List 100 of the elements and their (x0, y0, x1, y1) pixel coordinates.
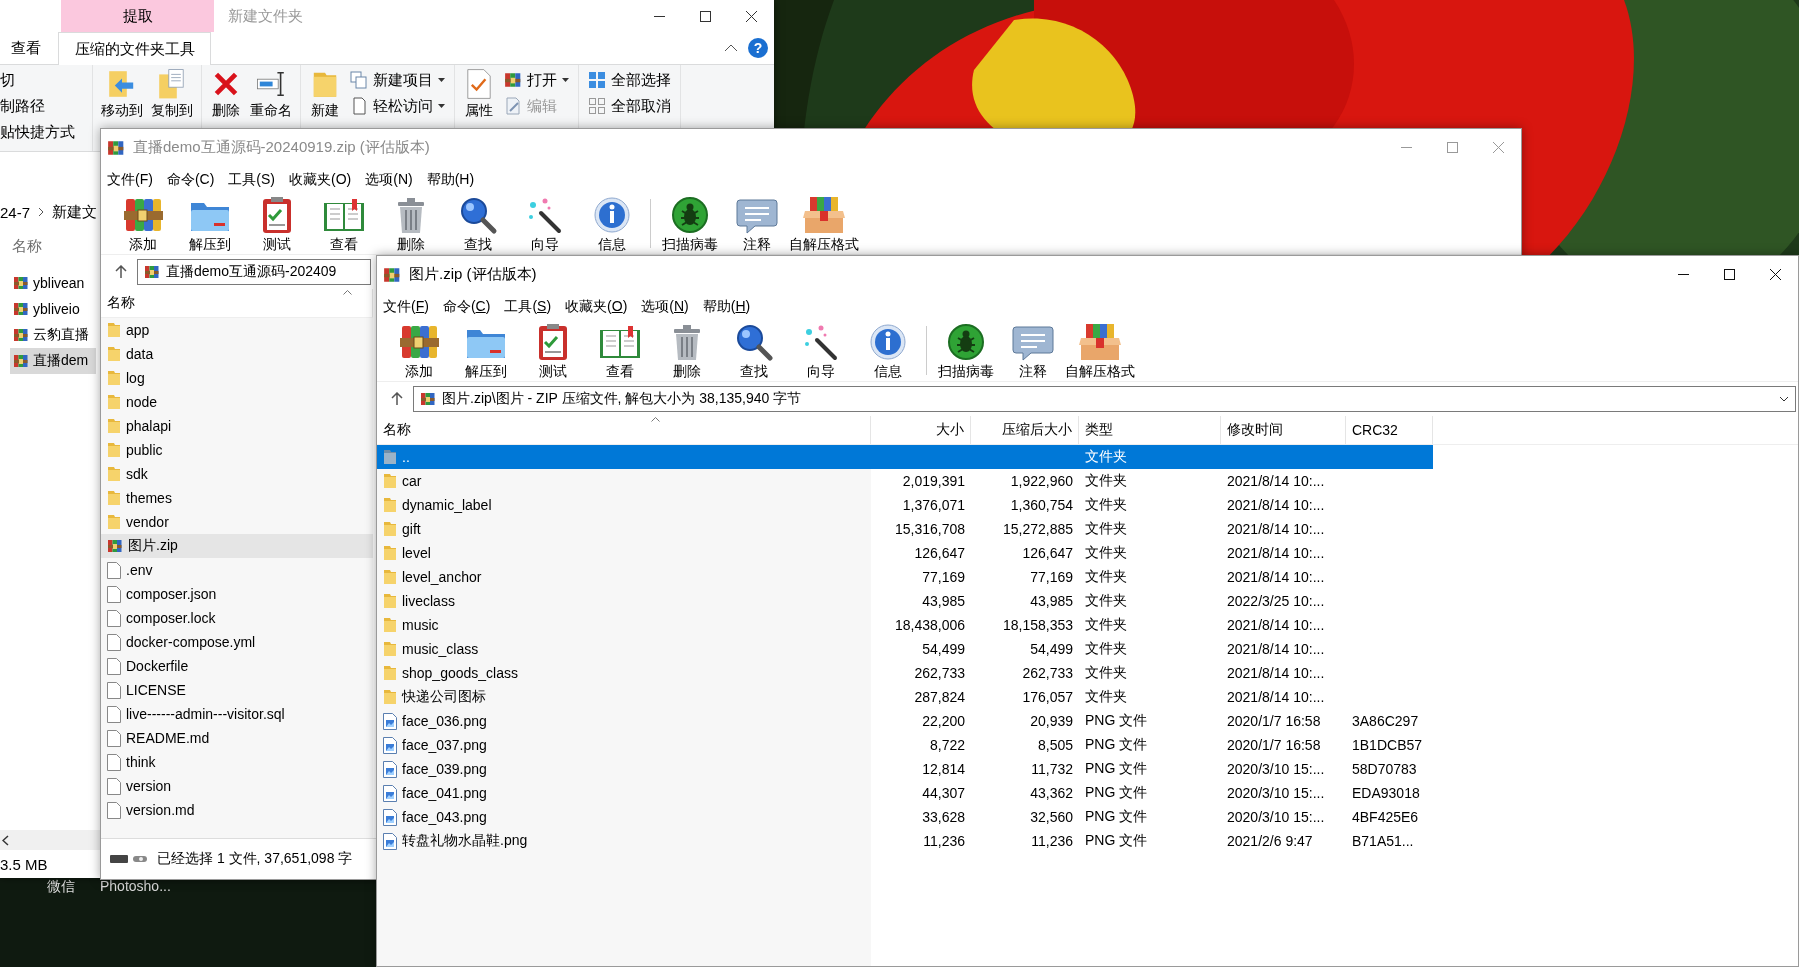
file-row[interactable]: gift 15,316,708 15,272,885 文件夹 2021/8/14 10:... (377, 517, 1433, 541)
toolbar-button[interactable]: 扫描病毒 (656, 193, 723, 254)
column-header[interactable]: 压缩后大小 (971, 416, 1079, 444)
ribbon-button[interactable]: 新建 (307, 67, 343, 119)
file-row[interactable]: app (101, 318, 373, 342)
menu-item[interactable]: 收藏夹(O) (289, 170, 352, 189)
file-row[interactable]: music_class 54,499 54,499 文件夹 2021/8/14 10:... (377, 637, 1433, 661)
file-row[interactable]: music 18,438,006 18,158,353 文件夹 2021/8/14 10:... (377, 613, 1433, 637)
file-row[interactable]: phalapi (101, 414, 373, 438)
maximize-icon[interactable] (700, 10, 711, 22)
file-row[interactable]: liveclass 43,985 43,985 文件夹 2022/3/25 10:... (377, 589, 1433, 613)
column-header[interactable]: 类型 (1079, 416, 1221, 444)
toolbar-button[interactable]: 自解压格式 (1066, 320, 1133, 381)
toolbar-button[interactable]: 查看 (586, 320, 653, 381)
column-header[interactable]: 大小 (871, 416, 971, 444)
column-header[interactable]: 修改时间 (1221, 416, 1346, 444)
ribbon-button[interactable]: 复制到 (149, 67, 195, 119)
file-row[interactable]: version (101, 774, 373, 798)
toolbar-button[interactable]: 查看 (310, 193, 377, 254)
close-icon[interactable] (746, 10, 757, 22)
toolbar-button[interactable]: 解压到 (176, 193, 243, 254)
toolbar-button[interactable]: 添加 (385, 320, 452, 381)
file-row[interactable]: LICENSE (101, 678, 373, 702)
arrow-up-icon[interactable] (115, 265, 127, 279)
toolbar-button[interactable]: 添加 (109, 193, 176, 254)
toolbar-button[interactable]: 扫描病毒 (932, 320, 999, 381)
toolbar-button[interactable]: 注释 (999, 320, 1066, 381)
toolbar-button[interactable]: 解压到 (452, 320, 519, 381)
file-row[interactable]: vendor (101, 510, 373, 534)
file-row[interactable]: face_039.png 12,814 11,732 PNG 文件 2020/3/10 15:... 58D70783 (377, 757, 1433, 781)
file-row[interactable]: sdk (101, 462, 373, 486)
ribbon-command[interactable]: 贴快捷方式 (0, 119, 75, 145)
ribbon-tab[interactable]: 查看 (0, 32, 52, 64)
ribbon-button[interactable]: 属性 (461, 67, 497, 119)
address-field[interactable]: 图片.zip\图片 - ZIP 压缩文件, 解包大小为 38,135,940 字节 (413, 386, 1796, 412)
arrow-up-icon[interactable] (391, 392, 403, 406)
menu-item[interactable]: 选项(N) (641, 297, 689, 316)
toolbar-button[interactable]: 查找 (444, 193, 511, 254)
close-icon[interactable] (1770, 269, 1781, 280)
ribbon-button[interactable]: 重命名 (248, 67, 294, 119)
menu-item[interactable]: 收藏夹(O) (565, 297, 628, 316)
toolbar-button[interactable]: 注释 (723, 193, 790, 254)
file-row[interactable]: live------admin---visitor.sql (101, 702, 373, 726)
file-row[interactable]: think (101, 750, 373, 774)
file-row[interactable]: composer.lock (101, 606, 373, 630)
ribbon-button[interactable]: 打开 (501, 67, 572, 93)
toolbar-button[interactable]: 查找 (720, 320, 787, 381)
column-header[interactable]: 名称 (101, 289, 373, 317)
ribbon-tab[interactable]: 压缩的文件夹工具 (58, 32, 211, 65)
menu-item[interactable]: 选项(N) (365, 170, 413, 189)
ribbon-command[interactable]: 制路径 (0, 93, 75, 119)
file-row[interactable]: themes (101, 486, 373, 510)
file-row[interactable]: .. 文件夹 (377, 445, 1433, 469)
file-row[interactable]: 快递公司图标 287,824 176,057 文件夹 2021/8/14 10:... (377, 685, 1433, 709)
toolbar-button[interactable]: 向导 (511, 193, 578, 254)
file-row[interactable]: public (101, 438, 373, 462)
menu-item[interactable]: 帮助(H) (426, 170, 475, 189)
breadcrumb-item[interactable]: 新建文 (52, 202, 98, 222)
toolbar-button[interactable]: 信息 (854, 320, 921, 381)
file-row[interactable]: face_041.png 44,307 43,362 PNG 文件 2020/3/10 15:... EDA93018 (377, 781, 1433, 805)
file-row[interactable]: version.md (101, 798, 373, 822)
ribbon-button[interactable]: 轻松访问 (347, 93, 448, 119)
ribbon-button[interactable]: 移动到 (99, 67, 145, 119)
file-row[interactable]: car 2,019,391 1,922,960 文件夹 2021/8/14 10:... (377, 469, 1433, 493)
toolbar-button[interactable]: 删除 (653, 320, 720, 381)
menu-item[interactable]: 文件(F) (107, 170, 153, 189)
breadcrumb-item[interactable]: 24-7 (0, 203, 31, 221)
chevron-left-icon[interactable] (2, 834, 9, 846)
file-row[interactable]: README.md (101, 726, 373, 750)
menu-item[interactable]: 文件(F) (383, 297, 429, 316)
collapse-icon[interactable] (724, 44, 738, 52)
file-item[interactable]: ybliveio (10, 296, 96, 322)
address-field[interactable]: 直播demo互通源码-202409 (137, 259, 371, 285)
menu-item[interactable]: 工具(S) (228, 170, 275, 189)
file-item[interactable]: 直播dem (10, 348, 96, 374)
file-row[interactable]: 图片.zip (101, 534, 373, 558)
file-row[interactable]: shop_goods_class 262,733 262,733 文件夹 2021/8/14 10:... (377, 661, 1433, 685)
column-header[interactable]: 名称 (12, 237, 42, 256)
file-row[interactable]: 转盘礼物水晶鞋.png 11,236 11,236 PNG 文件 2021/2/6 9:47 B71A51... (377, 829, 1433, 853)
file-row[interactable]: node (101, 390, 373, 414)
ribbon-button[interactable]: 全部取消 (585, 93, 674, 119)
toolbar-button[interactable]: 自解压格式 (790, 193, 857, 254)
ribbon-button[interactable]: 删除 (208, 67, 244, 119)
file-row[interactable]: level_anchor 77,169 77,169 文件夹 2021/8/14 10:... (377, 565, 1433, 589)
toolbar-button[interactable]: 测试 (519, 320, 586, 381)
menu-item[interactable]: 帮助(H) (702, 297, 751, 316)
menu-item[interactable]: 命令(C) (442, 297, 491, 316)
file-row[interactable]: docker-compose.yml (101, 630, 373, 654)
file-row[interactable]: composer.json (101, 582, 373, 606)
file-row[interactable]: face_036.png 22,200 20,939 PNG 文件 2020/1/7 16:58 3A86C297 (377, 709, 1433, 733)
file-row[interactable]: level 126,647 126,647 文件夹 2021/8/14 10:... (377, 541, 1433, 565)
toolbar-button[interactable]: 测试 (243, 193, 310, 254)
file-row[interactable]: face_043.png 33,628 32,560 PNG 文件 2020/3/10 15:... 4BF425E6 (377, 805, 1433, 829)
file-row[interactable]: face_037.png 8,722 8,505 PNG 文件 2020/1/7 16:58 1B1DCB57 (377, 733, 1433, 757)
file-row[interactable]: .env (101, 558, 373, 582)
file-item[interactable]: yblivean (10, 270, 96, 296)
file-row[interactable]: dynamic_label 1,376,071 1,360,754 文件夹 2021/8/14 10:... (377, 493, 1433, 517)
ribbon-button[interactable]: 全部选择 (585, 67, 674, 93)
file-row[interactable]: log (101, 366, 373, 390)
menu-item[interactable]: 命令(C) (166, 170, 215, 189)
